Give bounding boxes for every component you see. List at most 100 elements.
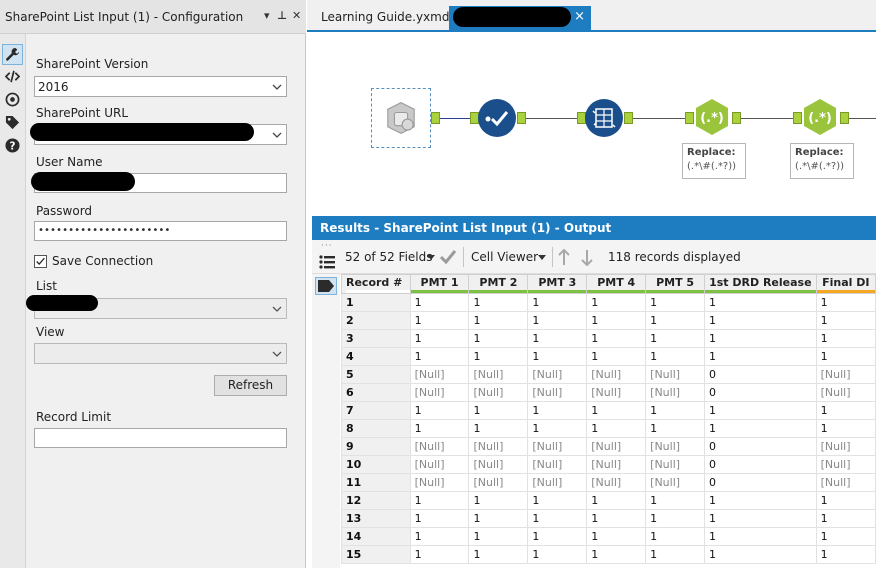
record-number-cell[interactable]: 10 <box>341 455 411 474</box>
table-cell[interactable]: 1 <box>645 329 706 348</box>
table-cell[interactable]: 1 <box>645 347 706 366</box>
table-cell[interactable]: 1 <box>409 329 470 348</box>
table-cell[interactable]: 1 <box>815 401 876 420</box>
table-cell[interactable]: [Null] <box>468 473 529 492</box>
connection-line[interactable] <box>845 118 876 119</box>
output-anchor[interactable] <box>517 112 526 124</box>
table-cell[interactable]: 1 <box>468 491 529 510</box>
output-anchor[interactable] <box>624 112 633 124</box>
regex-tool[interactable]: (.*) <box>801 98 839 136</box>
column-header[interactable]: 1st DRD Release <box>704 274 817 294</box>
globe-icon[interactable] <box>2 89 23 110</box>
table-cell[interactable]: 1 <box>527 329 588 348</box>
table-cell[interactable]: 1 <box>527 293 588 312</box>
table-cell[interactable]: 1 <box>468 311 529 330</box>
output-anchor[interactable] <box>732 112 741 124</box>
tag-icon[interactable] <box>2 112 23 133</box>
workflow-canvas[interactable]: (.*) Replace: (.*\#(.*?)) (.*) Replace: … <box>312 34 876 212</box>
table-cell[interactable]: 1 <box>645 311 706 330</box>
table-cell[interactable]: 1 <box>704 527 817 546</box>
results-grid[interactable]: Record # PMT 1 PMT 2 PMT 3 PMT 4 PMT 5 1st DRD… <box>341 274 876 568</box>
metadata-tab-button[interactable] <box>315 277 337 295</box>
table-cell[interactable]: 1 <box>645 527 706 546</box>
table-cell[interactable]: 1 <box>409 347 470 366</box>
table-cell[interactable]: 1 <box>409 545 470 564</box>
table-cell[interactable]: [Null] <box>586 365 647 384</box>
table-cell[interactable]: 1 <box>468 293 529 312</box>
dropdown-icon[interactable]: ▾ <box>264 9 270 22</box>
table-cell[interactable]: [Null] <box>815 473 876 492</box>
record-number-cell[interactable]: 14 <box>341 527 411 546</box>
column-header[interactable]: PMT 3 <box>527 274 588 294</box>
table-row[interactable]: 5 [Null] [Null] [Null] [Null] [Null] 0 [Null] <box>341 365 876 384</box>
table-cell[interactable]: [Null] <box>468 383 529 402</box>
table-cell[interactable]: [Null] <box>409 455 470 474</box>
record-number-cell[interactable]: 6 <box>341 383 411 402</box>
table-cell[interactable]: 1 <box>468 509 529 528</box>
table-row[interactable]: 71111111 <box>341 401 876 420</box>
table-cell[interactable]: 1 <box>409 509 470 528</box>
table-cell[interactable]: [Null] <box>645 365 706 384</box>
output-anchor[interactable] <box>431 112 440 124</box>
table-cell[interactable]: [Null] <box>409 473 470 492</box>
table-cell[interactable]: [Null] <box>527 473 588 492</box>
table-cell[interactable]: 1 <box>468 347 529 366</box>
table-cell[interactable]: 1 <box>815 491 876 510</box>
table-cell[interactable]: 1 <box>409 293 470 312</box>
table-cell[interactable]: 1 <box>409 491 470 510</box>
checkmark-icon[interactable] <box>439 249 457 265</box>
table-row[interactable]: 14 1 1 1 1 1 1 1 <box>341 527 876 546</box>
table-cell[interactable]: [Null] <box>409 383 470 402</box>
list-icon[interactable] <box>318 253 336 271</box>
table-cell[interactable]: 1 <box>586 545 647 564</box>
column-header[interactable]: PMT 1 <box>409 274 470 294</box>
code-icon[interactable] <box>2 66 23 87</box>
select-tool[interactable] <box>478 99 516 137</box>
table-cell[interactable]: [Null] <box>468 437 529 456</box>
connection-line[interactable] <box>524 118 582 119</box>
table-cell[interactable]: 1 <box>586 491 647 510</box>
table-cell[interactable]: 1 <box>409 401 470 420</box>
table-row[interactable]: 31111111 <box>341 329 876 348</box>
table-cell[interactable]: 1 <box>815 527 876 546</box>
table-cell[interactable]: [Null] <box>527 383 588 402</box>
tab-active-workflow[interactable]: × <box>449 6 591 30</box>
column-header[interactable]: PMT 5 <box>645 274 706 294</box>
table-cell[interactable]: [Null] <box>409 437 470 456</box>
record-number-cell[interactable]: 13 <box>341 509 411 528</box>
cell-viewer-selector[interactable]: Cell Viewer <box>471 250 538 264</box>
table-cell[interactable]: 1 <box>527 419 588 438</box>
table-cell[interactable]: 0 <box>704 383 817 402</box>
table-cell[interactable]: 1 <box>468 329 529 348</box>
column-header[interactable]: Final DI <box>815 274 876 294</box>
table-cell[interactable]: 1 <box>409 311 470 330</box>
table-cell[interactable]: 1 <box>645 419 706 438</box>
column-header[interactable]: PMT 4 <box>586 274 647 294</box>
table-cell[interactable]: 1 <box>586 509 647 528</box>
column-header[interactable]: PMT 2 <box>468 274 529 294</box>
table-cell[interactable]: [Null] <box>645 437 706 456</box>
fields-selector[interactable]: 52 of 52 Fields <box>345 250 433 264</box>
table-cell[interactable]: [Null] <box>645 383 706 402</box>
table-cell[interactable]: [Null] <box>468 455 529 474</box>
table-cell[interactable]: 1 <box>815 347 876 366</box>
table-cell[interactable]: [Null] <box>527 365 588 384</box>
table-cell[interactable]: [Null] <box>527 455 588 474</box>
table-cell[interactable]: [Null] <box>409 365 470 384</box>
close-icon[interactable]: ✕ <box>292 9 301 22</box>
table-cell[interactable]: 1 <box>468 419 529 438</box>
table-cell[interactable]: 1 <box>704 311 817 330</box>
table-row[interactable]: 6 [Null] [Null] [Null] [Null] [Null] 0 [Null] <box>341 383 876 402</box>
table-cell[interactable]: 1 <box>586 293 647 312</box>
table-cell[interactable]: 1 <box>409 527 470 546</box>
tab-learning-guide[interactable]: Learning Guide.yxmd <box>311 6 453 30</box>
table-cell[interactable]: 1 <box>815 311 876 330</box>
table-cell[interactable]: 1 <box>645 509 706 528</box>
table-cell[interactable]: 1 <box>586 347 647 366</box>
record-number-cell[interactable]: 15 <box>341 545 411 564</box>
record-number-cell[interactable]: 9 <box>341 437 411 456</box>
table-cell[interactable]: 1 <box>586 311 647 330</box>
pin-icon[interactable]: ⊥ <box>277 9 287 22</box>
table-cell[interactable]: 1 <box>645 545 706 564</box>
table-cell[interactable]: 1 <box>815 545 876 564</box>
